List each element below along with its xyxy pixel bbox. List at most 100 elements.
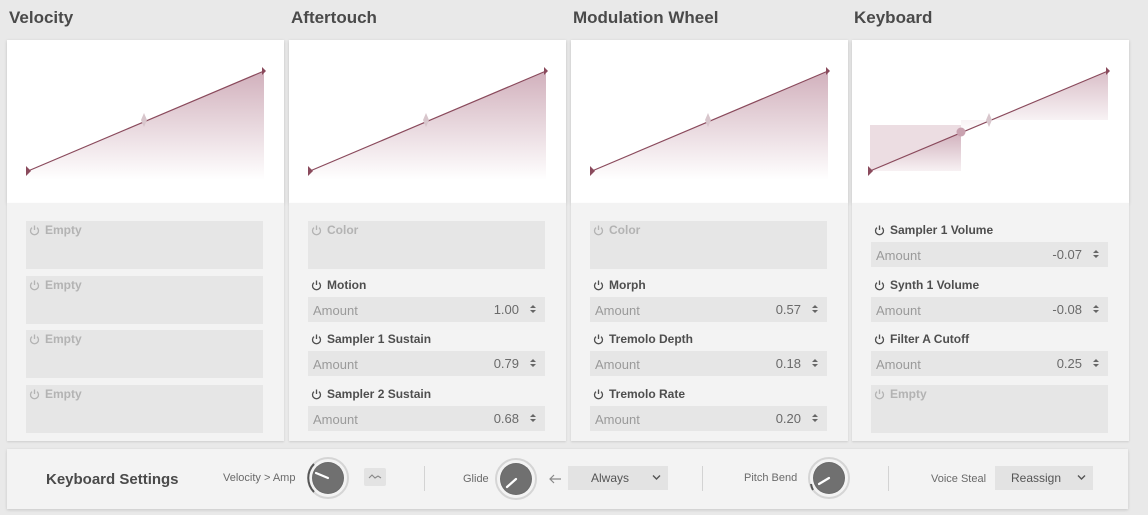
mod-slot[interactable]: Empty xyxy=(26,385,263,433)
mod-slot: Motion Amount 1.00 xyxy=(308,276,545,324)
amount-label: Amount xyxy=(876,357,921,372)
stepper-icon[interactable] xyxy=(811,303,819,315)
power-icon[interactable] xyxy=(593,334,604,345)
voice-steal-select[interactable]: Reassign xyxy=(995,466,1093,490)
slot-label: Sampler 2 Sustain xyxy=(327,387,432,401)
amount-label: Amount xyxy=(595,303,640,318)
amount-label: Amount xyxy=(876,248,921,263)
velocity-amp-label: Velocity > Amp xyxy=(223,472,296,484)
modwheel-curve-editor[interactable] xyxy=(571,40,848,203)
stepper-icon[interactable] xyxy=(811,357,819,369)
mod-slot[interactable]: Empty xyxy=(26,330,263,378)
chevron-down-icon xyxy=(652,475,661,480)
power-icon[interactable] xyxy=(874,389,885,400)
power-icon[interactable] xyxy=(29,225,40,236)
amount-value[interactable]: 0.79 xyxy=(494,356,519,371)
mod-slot[interactable]: Empty xyxy=(871,385,1108,433)
column-title: Velocity xyxy=(9,8,74,27)
power-icon[interactable] xyxy=(311,225,322,236)
power-icon[interactable] xyxy=(29,389,40,400)
mod-slot: Tremolo Rate Amount 0.20 xyxy=(590,385,827,433)
amount-value[interactable]: -0.07 xyxy=(1052,247,1082,262)
slot-label: Morph xyxy=(609,278,646,292)
stepper-icon[interactable] xyxy=(529,357,537,369)
power-icon[interactable] xyxy=(874,334,885,345)
glide-label: Glide xyxy=(463,473,489,485)
slot-label: Tremolo Rate xyxy=(609,387,686,401)
slot-label: Empty xyxy=(45,278,82,292)
power-icon[interactable] xyxy=(311,389,322,400)
power-icon[interactable] xyxy=(593,389,604,400)
power-icon[interactable] xyxy=(311,334,322,345)
velocity-curve-button[interactable] xyxy=(364,468,386,486)
stepper-icon[interactable] xyxy=(1092,357,1100,369)
power-icon[interactable] xyxy=(29,334,40,345)
mod-slot[interactable]: Empty xyxy=(26,276,263,324)
amount-field[interactable]: Amount -0.07 xyxy=(871,242,1108,267)
divider xyxy=(888,466,889,491)
amount-label: Amount xyxy=(313,412,358,427)
keyboard-settings-title: Keyboard Settings xyxy=(46,471,179,488)
power-icon[interactable] xyxy=(593,225,604,236)
amount-field[interactable]: Amount 0.68 xyxy=(308,406,545,431)
amount-value[interactable]: 0.25 xyxy=(1057,356,1082,371)
power-icon[interactable] xyxy=(593,280,604,291)
slot-label: Empty xyxy=(45,332,82,346)
amount-field[interactable]: Amount 0.20 xyxy=(590,406,827,431)
curve-icon xyxy=(368,474,382,479)
keyboard-slots: Sampler 1 Volume Amount -0.07 Synth 1 Vo… xyxy=(852,203,1129,441)
amount-value[interactable]: 0.20 xyxy=(776,411,801,426)
slot-label: Sampler 1 Volume xyxy=(890,223,994,237)
amount-field[interactable]: Amount 0.18 xyxy=(590,351,827,376)
mod-slot[interactable]: Color xyxy=(590,221,827,269)
power-icon[interactable] xyxy=(29,280,40,291)
amount-label: Amount xyxy=(313,303,358,318)
slot-label: Empty xyxy=(45,223,82,237)
velocity-amp-knob[interactable] xyxy=(306,456,350,500)
amount-value[interactable]: -0.08 xyxy=(1052,302,1082,317)
slot-label: Color xyxy=(609,223,641,237)
amount-field[interactable]: Amount 0.25 xyxy=(871,351,1108,376)
velocity-slots: Empty Empty Empty Empty xyxy=(7,203,284,441)
amount-value[interactable]: 0.57 xyxy=(776,302,801,317)
amount-field[interactable]: Amount 0.79 xyxy=(308,351,545,376)
amount-field[interactable]: Amount 1.00 xyxy=(308,297,545,322)
modwheel-slots: Color Morph Amount 0.57 Tremolo Depth Am… xyxy=(571,203,848,441)
keyboard-curve-editor[interactable] xyxy=(852,40,1129,203)
mod-slot: Tremolo Depth Amount 0.18 xyxy=(590,330,827,378)
glide-mode-select[interactable]: Always xyxy=(568,466,668,490)
column-title: Modulation Wheel xyxy=(573,8,719,27)
mod-slot[interactable]: Color xyxy=(308,221,545,269)
stepper-icon[interactable] xyxy=(529,303,537,315)
stepper-icon[interactable] xyxy=(1092,303,1100,315)
aftertouch-curve-editor[interactable] xyxy=(289,40,566,203)
power-icon[interactable] xyxy=(311,280,322,291)
glide-knob[interactable] xyxy=(494,457,538,501)
amount-label: Amount xyxy=(876,303,921,318)
power-icon[interactable] xyxy=(874,280,885,291)
amount-value[interactable]: 1.00 xyxy=(494,302,519,317)
keyboard-settings-bar: Keyboard Settings Velocity > Amp Glide A… xyxy=(7,449,1128,509)
mod-slot: Sampler 1 Sustain Amount 0.79 xyxy=(308,330,545,378)
stepper-icon[interactable] xyxy=(529,412,537,424)
stepper-icon[interactable] xyxy=(811,412,819,424)
amount-label: Amount xyxy=(313,357,358,372)
voice-steal-label: Voice Steal xyxy=(931,473,987,485)
amount-value[interactable]: 0.68 xyxy=(494,411,519,426)
power-icon[interactable] xyxy=(874,225,885,236)
curve-split-point xyxy=(956,127,966,137)
pitch-bend-knob[interactable] xyxy=(807,456,851,500)
divider xyxy=(424,466,425,491)
amount-value[interactable]: 0.18 xyxy=(776,356,801,371)
mod-slot[interactable]: Empty xyxy=(26,221,263,269)
stepper-icon[interactable] xyxy=(1092,248,1100,260)
velocity-curve-editor[interactable] xyxy=(7,40,284,203)
aftertouch-slots: Color Motion Amount 1.00 Sampler 1 Susta… xyxy=(289,203,566,441)
pitch-bend-label: Pitch Bend xyxy=(744,472,798,484)
slot-label: Color xyxy=(327,223,359,237)
amount-field[interactable]: Amount -0.08 xyxy=(871,297,1108,322)
chevron-down-icon xyxy=(1077,475,1086,480)
slot-label: Empty xyxy=(45,387,82,401)
column-title: Keyboard xyxy=(854,8,933,27)
amount-field[interactable]: Amount 0.57 xyxy=(590,297,827,322)
